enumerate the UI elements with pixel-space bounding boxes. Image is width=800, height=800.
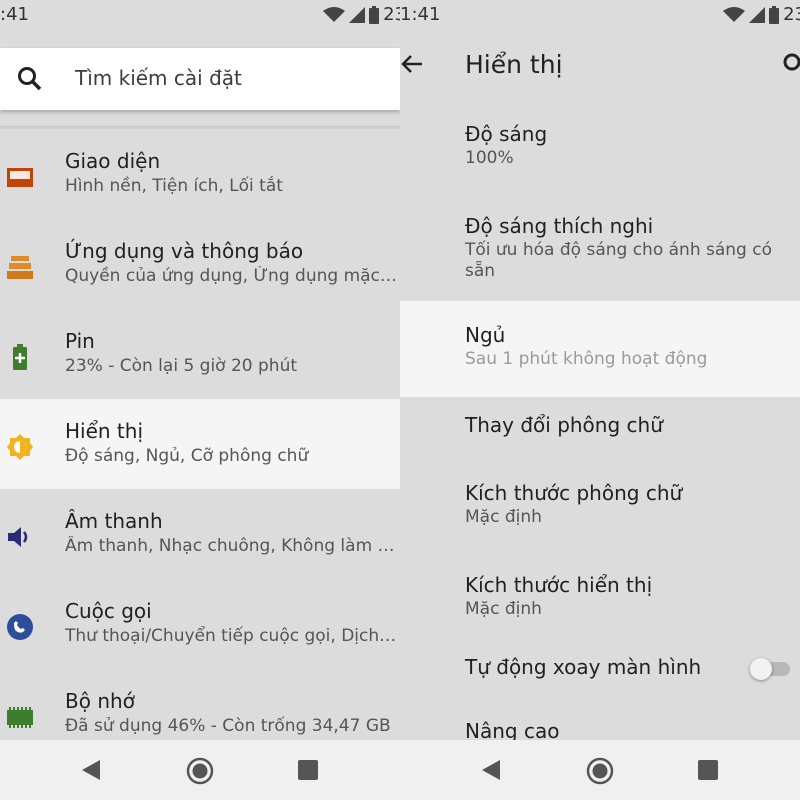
battery-icon xyxy=(6,343,34,371)
setting-title: Độ sáng thích nghi xyxy=(465,214,654,238)
setting-title: Nâng cao xyxy=(465,719,560,740)
setting-title: Giao diện xyxy=(65,149,161,173)
home-icon[interactable] xyxy=(586,757,614,789)
auto-rotate-toggle[interactable] xyxy=(750,658,792,680)
search-bar[interactable]: Tìm kiếm cài đặt xyxy=(0,48,400,110)
recents-icon[interactable] xyxy=(298,760,318,784)
status-bar: 1:41 23 xyxy=(400,0,800,30)
setting-subtitle: Thư thoại/Chuyển tiếp cuộc gọi, Dịch vụ xyxy=(65,626,399,646)
search-placeholder: Tìm kiếm cài đặt xyxy=(75,66,242,90)
setting-title: Âm thanh xyxy=(65,509,163,533)
setting-item-appearance[interactable]: Giao diện Hình nền, Tiện ích, Lối tắt xyxy=(0,129,400,219)
volume-icon xyxy=(6,523,34,551)
settings-list: Giao diện Hình nền, Tiện ích, Lối tắt Ứn… xyxy=(0,129,400,740)
setting-title: Pin xyxy=(65,329,95,353)
settings-panel: :41 23 Tìm kiếm cài đặt Giao diện Hình n… xyxy=(0,0,400,740)
back-icon[interactable] xyxy=(80,758,102,786)
setting-subtitle: Mặc định xyxy=(465,507,542,527)
setting-subtitle: Tối ưu hóa độ sáng cho ánh sáng có sẵn xyxy=(465,240,772,281)
setting-title: Tự động xoay màn hình xyxy=(465,655,702,679)
wifi-icon xyxy=(723,6,746,22)
setting-brightness[interactable]: Độ sáng 100% xyxy=(400,100,800,192)
battery-percent: 23 xyxy=(783,4,800,25)
setting-subtitle: Âm thanh, Nhạc chuông, Không làm phiền xyxy=(65,536,399,556)
setting-subtitle: Quyền của ứng dụng, Ứng dụng mặc định xyxy=(65,266,399,286)
signal-icon xyxy=(749,6,766,23)
setting-title: Độ sáng xyxy=(465,122,548,146)
setting-title: Thay đổi phông chữ xyxy=(465,413,663,437)
wallpaper-icon xyxy=(6,163,34,191)
setting-title: Cuộc gọi xyxy=(65,599,152,623)
brightness-icon xyxy=(6,433,34,461)
status-time: 1:41 xyxy=(400,4,441,25)
setting-display-size[interactable]: Kích thước hiển thị Mặc định xyxy=(400,551,800,635)
setting-auto-rotate[interactable]: Tự động xoay màn hình xyxy=(400,635,800,699)
signal-icon xyxy=(349,6,366,23)
setting-title: Kích thước hiển thị xyxy=(465,573,653,597)
setting-item-sound[interactable]: Âm thanh Âm thanh, Nhạc chuông, Không là… xyxy=(0,489,400,579)
setting-subtitle: 23% - Còn lại 5 giờ 20 phút xyxy=(65,356,298,376)
setting-subtitle: Sau 1 phút không hoạt động xyxy=(465,349,708,369)
setting-adaptive-brightness[interactable]: Độ sáng thích nghi Tối ưu hóa độ sáng ch… xyxy=(400,192,800,301)
setting-item-display[interactable]: Hiển thị Độ sáng, Ngủ, Cỡ phông chữ xyxy=(0,399,400,489)
toggle-thumb xyxy=(750,658,772,680)
wifi-icon xyxy=(323,6,346,22)
setting-subtitle: Đã sử dụng 46% - Còn trống 34,47 GB xyxy=(65,716,391,736)
setting-subtitle: 100% xyxy=(465,148,514,168)
setting-item-storage[interactable]: Bộ nhớ Đã sử dụng 46% - Còn trống 34,47 … xyxy=(0,669,400,740)
storage-icon xyxy=(6,703,34,731)
setting-item-apps[interactable]: Ứng dụng và thông báo Quyền của ứng dụng… xyxy=(0,219,400,309)
setting-item-calls[interactable]: Cuộc gọi Thư thoại/Chuyển tiếp cuộc gọi,… xyxy=(0,579,400,669)
battery-status-icon xyxy=(369,5,380,24)
setting-sleep[interactable]: Ngủ Sau 1 phút không hoạt động xyxy=(400,301,800,397)
setting-title: Bộ nhớ xyxy=(65,689,135,713)
search-icon xyxy=(16,65,44,97)
page-title: Hiển thị xyxy=(465,50,563,79)
setting-subtitle: Mặc định xyxy=(465,599,542,619)
app-bar: Hiển thị xyxy=(400,30,800,100)
recents-icon[interactable] xyxy=(698,760,718,784)
apps-icon xyxy=(6,253,34,281)
phone-icon xyxy=(6,613,34,641)
search-icon[interactable] xyxy=(782,52,800,80)
setting-item-battery[interactable]: Pin 23% - Còn lại 5 giờ 20 phút xyxy=(0,309,400,399)
setting-subtitle: Hình nền, Tiện ích, Lối tắt xyxy=(65,176,283,196)
setting-font-size[interactable]: Kích thước phông chữ Mặc định xyxy=(400,459,800,551)
setting-title: Kích thước phông chữ xyxy=(465,481,683,505)
setting-title: Ngủ xyxy=(465,323,506,347)
display-settings-list: Độ sáng 100% Độ sáng thích nghi Tối ưu h… xyxy=(400,100,800,740)
status-bar: :41 23 xyxy=(0,0,400,30)
setting-font-change[interactable]: Thay đổi phông chữ xyxy=(400,397,800,459)
display-panel: 1:41 23 Hiển thị Độ sáng 100% Độ sáng th… xyxy=(400,0,800,740)
back-arrow-icon[interactable] xyxy=(400,52,424,80)
back-icon[interactable] xyxy=(480,758,502,786)
setting-advanced[interactable]: Nâng cao xyxy=(400,699,800,740)
setting-subtitle: Độ sáng, Ngủ, Cỡ phông chữ xyxy=(65,446,309,466)
setting-title: Hiển thị xyxy=(65,419,144,443)
navigation-bar xyxy=(0,740,800,800)
battery-status-icon xyxy=(769,5,780,24)
home-icon[interactable] xyxy=(186,757,214,789)
battery-percent: 23 xyxy=(383,4,400,25)
setting-title: Ứng dụng và thông báo xyxy=(65,239,304,263)
status-time: :41 xyxy=(0,4,29,25)
